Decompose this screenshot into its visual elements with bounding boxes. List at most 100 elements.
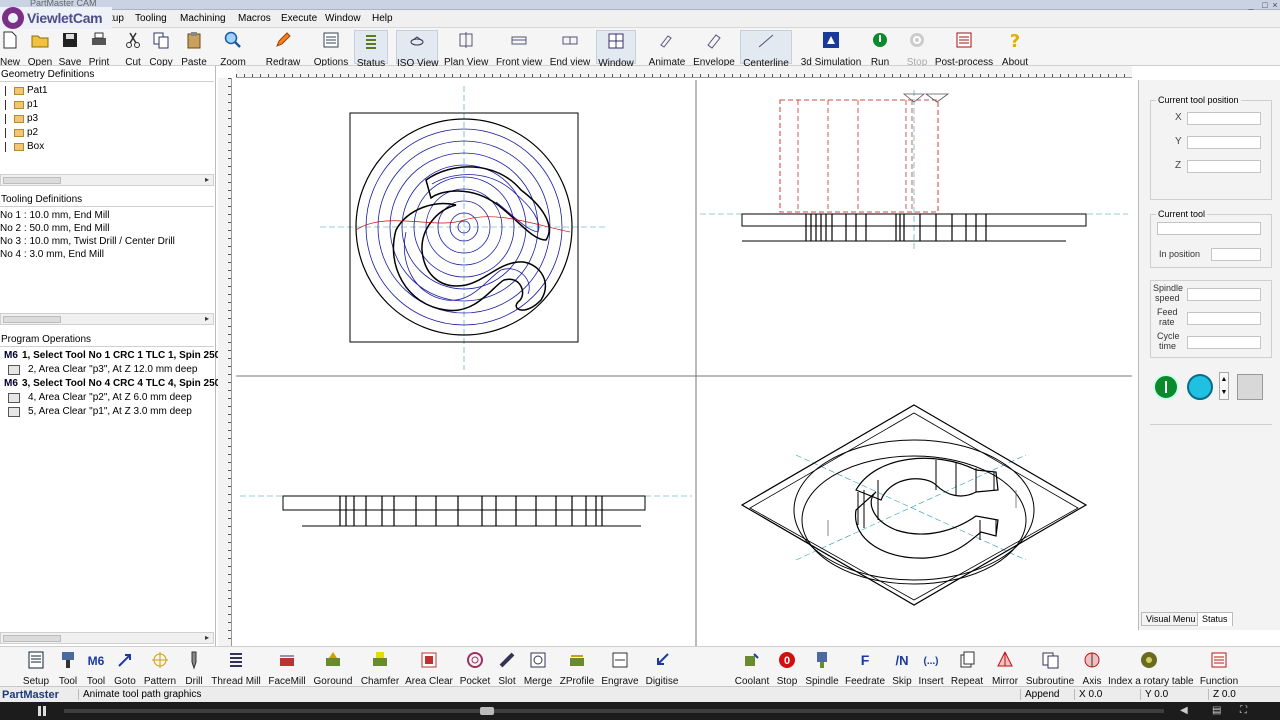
cut-button[interactable]: Cut bbox=[122, 30, 144, 68]
chevron-right-icon[interactable]: ▸ bbox=[205, 633, 209, 642]
menu-execute[interactable]: Execute bbox=[281, 13, 317, 24]
menu-setup[interactable]: tup bbox=[110, 13, 124, 24]
fullscreen-icon[interactable]: ⛶ bbox=[1240, 705, 1247, 716]
facemill-button[interactable]: FaceMill bbox=[266, 650, 308, 687]
area-clear-button[interactable]: Area Clear bbox=[404, 650, 454, 687]
settings-icon[interactable]: ▤ bbox=[1212, 705, 1221, 716]
geometry-scrollbar[interactable]: ▸ bbox=[0, 174, 214, 186]
tool-change-button[interactable]: M6 Tool bbox=[84, 650, 108, 687]
options-button[interactable]: Options bbox=[312, 30, 350, 68]
skip-button[interactable]: /N Skip bbox=[888, 650, 916, 687]
digitise-button[interactable]: Digitise bbox=[644, 650, 680, 687]
tool-item[interactable]: No 3 : 10.0 mm, Twist Drill / Center Dri… bbox=[0, 236, 175, 247]
post-process-button[interactable]: Post-process bbox=[934, 30, 994, 68]
copy-button[interactable]: Copy bbox=[148, 30, 174, 68]
status-y: Y 0.0 bbox=[1140, 689, 1168, 700]
geometry-item[interactable]: p3 bbox=[0, 113, 38, 124]
mirror-button[interactable]: Mirror bbox=[988, 650, 1022, 687]
drill-button[interactable]: Drill bbox=[182, 650, 206, 687]
insert-button[interactable]: (...) Insert bbox=[916, 650, 946, 687]
envelope-button[interactable]: Envelope bbox=[692, 30, 736, 68]
tooling-scrollbar[interactable]: ▸ bbox=[0, 313, 214, 325]
3d-simulation-button[interactable]: 3d Simulation bbox=[798, 30, 864, 68]
chevron-right-icon[interactable]: ▸ bbox=[205, 175, 209, 184]
chamfer-button[interactable]: Chamfer bbox=[358, 650, 402, 687]
tool-position-title: Current tool position bbox=[1156, 95, 1241, 105]
open-button[interactable]: Open bbox=[26, 30, 54, 68]
geometry-item[interactable]: p1 bbox=[0, 99, 38, 110]
operation-item[interactable]: M6 3, Select Tool No 4 CRC 4 TLC 4, Spin … bbox=[0, 378, 226, 389]
engrave-button[interactable]: Engrave bbox=[600, 650, 640, 687]
menu-help[interactable]: Help bbox=[372, 13, 393, 24]
viewport-canvas[interactable] bbox=[236, 80, 1132, 646]
spindle-button[interactable]: Spindle bbox=[804, 650, 840, 687]
subroutine-button[interactable]: Subroutine bbox=[1024, 650, 1076, 687]
operation-item[interactable]: 4, Area Clear "p2", At Z 6.0 mm deep bbox=[0, 392, 192, 403]
pocket-button[interactable]: Pocket bbox=[458, 650, 492, 687]
merge-button[interactable]: Merge bbox=[522, 650, 554, 687]
axis-button[interactable]: Axis bbox=[1078, 650, 1106, 687]
goround-button[interactable]: Goround bbox=[312, 650, 354, 687]
brand-name: ViewletCam bbox=[27, 10, 103, 26]
function-button[interactable]: Function bbox=[1198, 650, 1240, 687]
centerline-button[interactable]: Centerline bbox=[740, 30, 792, 69]
setup-button[interactable]: Setup bbox=[22, 650, 50, 687]
operation-item[interactable]: 5, Area Clear "p1", At Z 3.0 mm deep bbox=[0, 406, 192, 417]
tab-visual-menu[interactable]: Visual Menu bbox=[1141, 612, 1201, 626]
seek-track[interactable] bbox=[64, 709, 1164, 713]
front-view-viewport bbox=[700, 90, 1128, 250]
plan-view-button[interactable]: Plan View bbox=[444, 30, 488, 68]
feedrate-icon: F bbox=[861, 652, 870, 668]
about-button[interactable]: ? About bbox=[1000, 30, 1030, 68]
speed-dial-icon[interactable] bbox=[1187, 374, 1213, 400]
operation-item[interactable]: M6 1, Select Tool No 1 CRC 1 TLC 1, Spin … bbox=[0, 350, 226, 361]
operations-scrollbar[interactable]: ▸ bbox=[0, 632, 214, 644]
zoom-button[interactable]: Zoom bbox=[218, 30, 248, 68]
redraw-button[interactable]: Redraw bbox=[264, 30, 302, 68]
coolant-tap-icon[interactable] bbox=[1237, 374, 1263, 400]
tab-status[interactable]: Status bbox=[1197, 612, 1233, 626]
coolant-button[interactable]: Coolant bbox=[734, 650, 770, 687]
run-indicator-icon[interactable] bbox=[1153, 374, 1179, 400]
print-button[interactable]: Print bbox=[86, 30, 112, 68]
menu-tooling[interactable]: Tooling bbox=[135, 13, 167, 24]
pause-icon[interactable] bbox=[38, 706, 46, 716]
paste-button[interactable]: Paste bbox=[180, 30, 208, 68]
viewport-area[interactable] bbox=[236, 80, 1132, 646]
geometry-item[interactable]: Pat1 bbox=[0, 85, 48, 96]
tool-item[interactable]: No 4 : 3.0 mm, End Mill bbox=[0, 249, 104, 260]
pattern-button[interactable]: Pattern bbox=[142, 650, 178, 687]
thread-mill-button[interactable]: Thread Mill bbox=[210, 650, 262, 687]
volume-icon[interactable]: ◀ bbox=[1180, 705, 1188, 716]
iso-view-button[interactable]: ISO View bbox=[396, 30, 439, 69]
tool-item[interactable]: No 1 : 10.0 mm, End Mill bbox=[0, 210, 109, 221]
feedrate-button[interactable]: F Feedrate bbox=[844, 650, 886, 687]
zprofile-button[interactable]: ZProfile bbox=[558, 650, 596, 687]
close-icon[interactable]: × bbox=[1268, 0, 1280, 10]
seek-handle[interactable] bbox=[480, 707, 494, 715]
geometry-item[interactable]: p2 bbox=[0, 127, 38, 138]
operation-item[interactable]: 2, Area Clear "p3", At Z 12.0 mm deep bbox=[0, 364, 197, 375]
minimize-icon[interactable]: _ bbox=[1244, 0, 1258, 10]
front-view-button[interactable]: Front view bbox=[494, 30, 544, 68]
save-button[interactable]: Save bbox=[58, 30, 82, 68]
end-view-button[interactable]: End view bbox=[548, 30, 592, 68]
slot-button[interactable]: Slot bbox=[494, 650, 520, 687]
repeat-button[interactable]: Repeat bbox=[950, 650, 984, 687]
index-rotary-table-button[interactable]: Index a rotary table bbox=[1108, 650, 1194, 687]
run-button[interactable]: Run bbox=[866, 30, 894, 68]
geometry-item[interactable]: Box bbox=[0, 141, 44, 152]
tool-item[interactable]: No 2 : 50.0 mm, End Mill bbox=[0, 223, 109, 234]
stop-code-button[interactable]: 0 Stop bbox=[774, 650, 800, 687]
speed-spinner[interactable]: ▲ ▼ bbox=[1219, 372, 1229, 400]
status-button[interactable]: Status bbox=[354, 30, 388, 69]
menu-machining[interactable]: Machining bbox=[180, 13, 226, 24]
menu-macros[interactable]: Macros bbox=[238, 13, 271, 24]
menu-window[interactable]: Window bbox=[325, 13, 361, 24]
goto-button[interactable]: Goto bbox=[112, 650, 138, 687]
animate-button[interactable]: Animate bbox=[646, 30, 688, 68]
chevron-right-icon[interactable]: ▸ bbox=[205, 314, 209, 323]
new-button[interactable]: New bbox=[0, 30, 20, 68]
window-button[interactable]: Window bbox=[596, 30, 636, 69]
tool-button[interactable]: Tool bbox=[56, 650, 80, 687]
